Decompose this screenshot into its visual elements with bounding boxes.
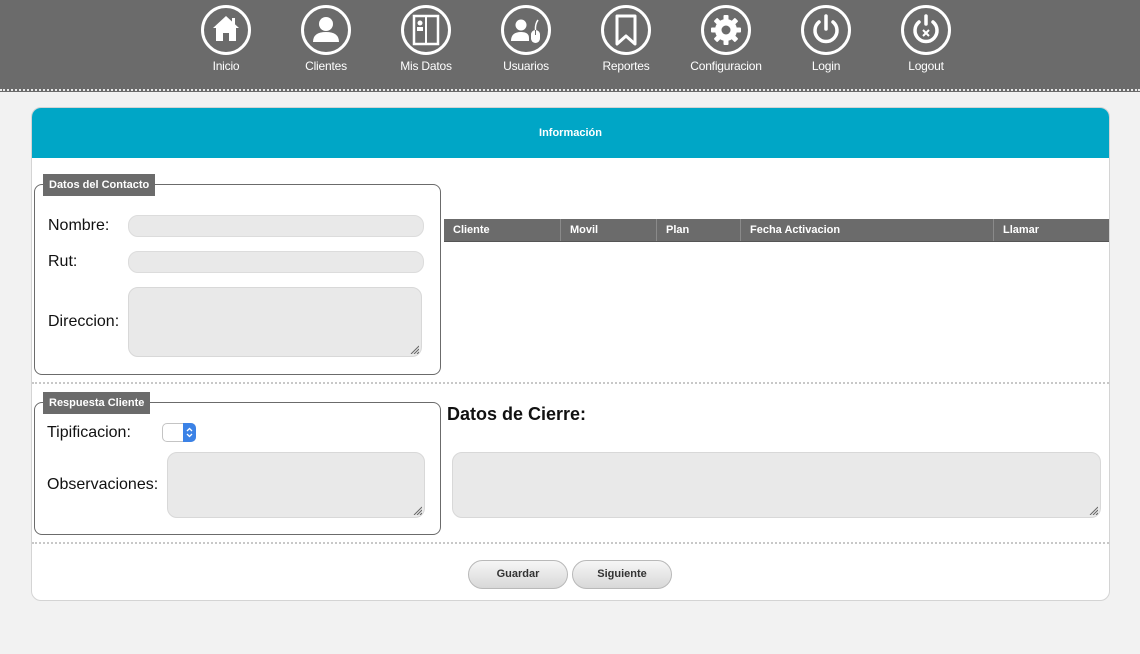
observaciones-textarea[interactable] [167,452,425,518]
topbar-divider [0,89,1140,91]
cierre-title: Datos de Cierre: [447,404,587,424]
rut-label: Rut: [48,253,78,270]
nav-item-usuarios[interactable]: Usuarios [476,5,576,73]
nombre-label: Nombre: [48,217,110,234]
cierre-textarea[interactable] [452,452,1101,518]
column-header-cliente[interactable]: Cliente [444,219,561,241]
nav-item-mis-datos[interactable]: Mis Datos [376,5,476,73]
nombre-input[interactable] [128,215,424,237]
nav-label-clientes: Clientes [305,59,347,73]
actions-divider [32,542,1109,544]
contacto-legend: Datos del Contacto [43,174,156,196]
resize-handle-icon[interactable] [1088,505,1098,515]
nav-label-logout: Logout [908,59,944,73]
column-header-fecha-activacion[interactable]: Fecha Activacion [741,219,994,241]
power-off-icon [901,5,951,55]
nav-item-logout[interactable]: Logout [876,5,976,73]
nav-item-login[interactable]: Login [776,5,876,73]
gear-icon [701,5,751,55]
column-header-movil[interactable]: Movil [561,219,657,241]
guardar-button[interactable]: Guardar [468,560,568,589]
nav-label-usuarios: Usuarios [503,59,549,73]
tipificacion-select[interactable] [162,423,196,442]
nav-label-configuracion: Configuracion [690,59,762,73]
nav-item-configuracion[interactable]: Configuracion [676,5,776,73]
nav-label-mis-datos: Mis Datos [400,59,452,73]
resize-handle-icon[interactable] [409,344,419,354]
user-icon [301,5,351,55]
column-header-plan[interactable]: Plan [657,219,741,241]
nav-label-reportes: Reportes [602,59,650,73]
select-arrows-icon [183,423,196,442]
nav-label-inicio: Inicio [212,59,240,73]
direccion-textarea[interactable] [128,287,422,357]
observaciones-label: Observaciones: [47,476,159,493]
respuesta-legend: Respuesta Cliente [43,392,151,414]
power-icon [801,5,851,55]
rut-input[interactable] [128,251,424,273]
nav-item-clientes[interactable]: Clientes [276,5,376,73]
users-mouse-icon [501,5,551,55]
home-icon [201,5,251,55]
section-divider [32,382,1109,384]
bookmark-icon [601,5,651,55]
direccion-label: Direccion: [48,313,120,330]
clientes-table-header: Cliente Movil Plan Fecha Activacion Llam… [444,219,1109,242]
tipificacion-label: Tipificacion: [47,424,131,441]
column-header-llamar[interactable]: Llamar [994,219,1109,241]
nav-item-reportes[interactable]: Reportes [576,5,676,73]
top-nav-bar: Inicio Clientes Mis Datos Usuarios Repor… [0,0,1140,92]
resize-handle-icon[interactable] [412,505,422,515]
panel-title: Información [32,108,1109,158]
id-card-icon [401,5,451,55]
nav-item-inicio[interactable]: Inicio [176,5,276,73]
siguiente-button[interactable]: Siguiente [572,560,672,589]
nav-label-login: Login [811,59,841,73]
main-panel: Información Datos del Contacto Nombre: R… [31,107,1110,601]
